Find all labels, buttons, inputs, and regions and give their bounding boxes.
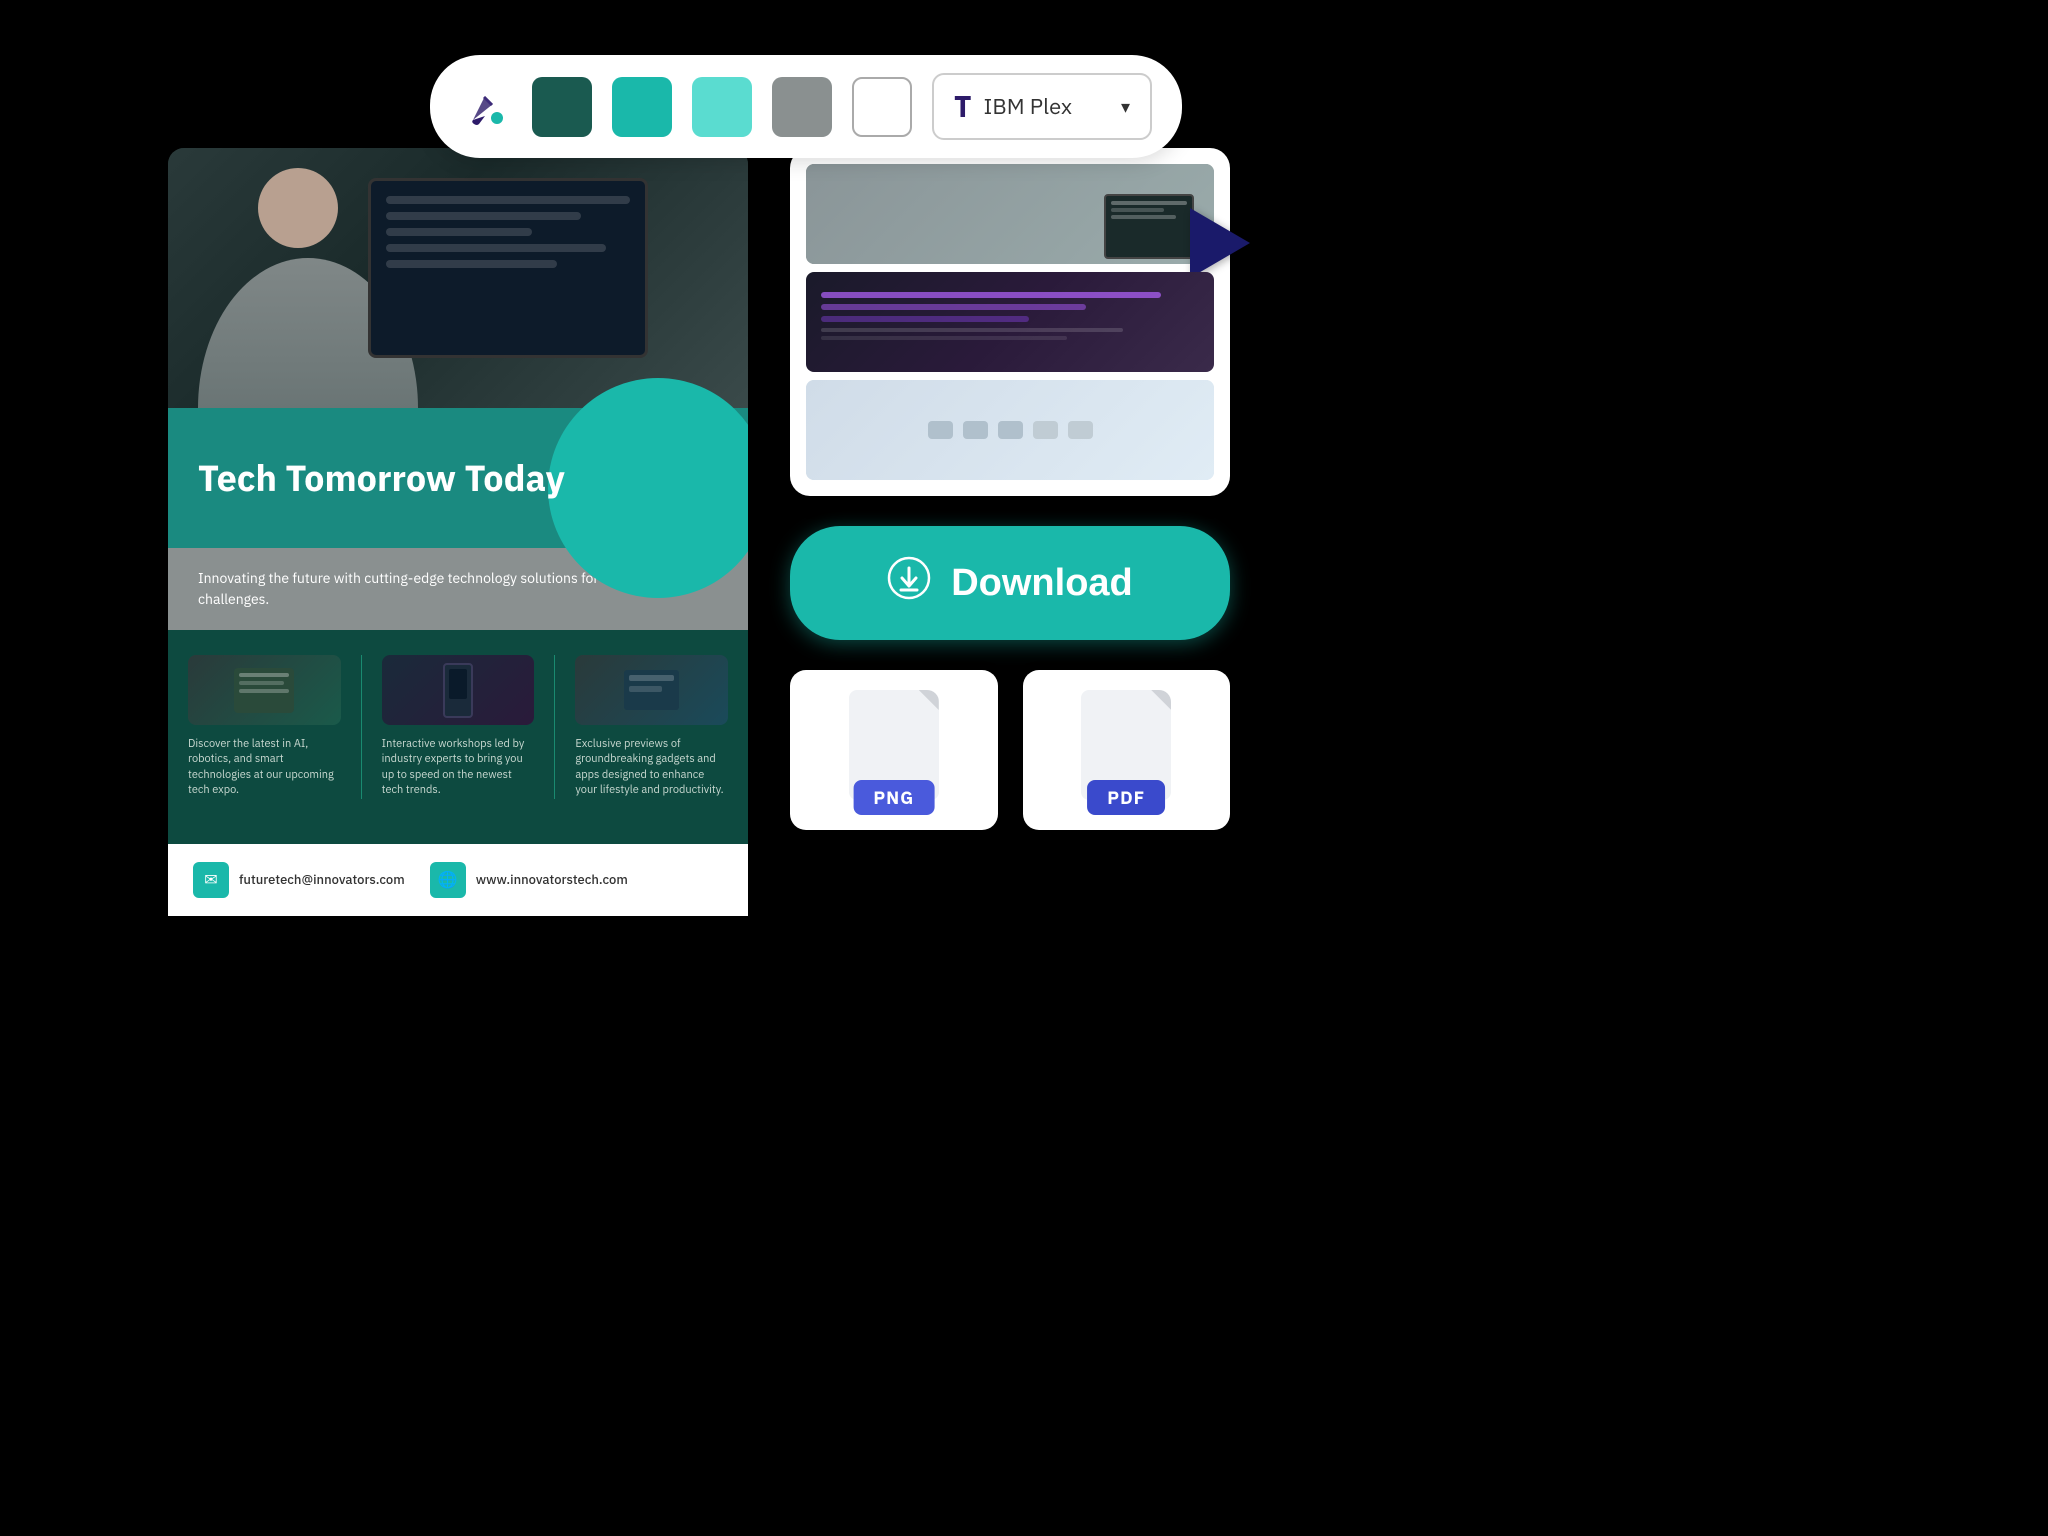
- feature-text-1: Discover the latest in AI, robotics, and…: [188, 737, 341, 799]
- file-card-pdf[interactable]: PDF: [1023, 670, 1231, 830]
- slide-thumb-3[interactable]: [806, 380, 1214, 480]
- download-button[interactable]: Download: [790, 526, 1230, 640]
- feature-thumb-1: [188, 655, 341, 725]
- flyer-footer: ✉ futuretech@innovators.com 🌐 www.innova…: [168, 844, 748, 916]
- flyer-features: Discover the latest in AI, robotics, and…: [188, 655, 728, 799]
- feature-text-2: Interactive workshops led by industry ex…: [382, 737, 535, 799]
- contact-website: 🌐 www.innovatorstech.com: [430, 862, 628, 898]
- color-swatch-white[interactable]: [852, 77, 912, 137]
- file-card-png[interactable]: PNG: [790, 670, 998, 830]
- flyer-banner: Tech Tomorrow Today: [168, 408, 748, 548]
- feature-thumb-2: [382, 655, 535, 725]
- flyer-photo-area: [168, 148, 748, 408]
- slide-thumb-1[interactable]: [806, 164, 1214, 264]
- color-swatch-light-teal[interactable]: [692, 77, 752, 137]
- font-selector[interactable]: T IBM Plex ▾: [932, 73, 1152, 140]
- color-font-toolbar: T IBM Plex ▾: [430, 55, 1182, 158]
- website-text: www.innovatorstech.com: [476, 871, 628, 888]
- pdf-badge: PDF: [1087, 780, 1165, 815]
- download-label: Download: [951, 562, 1133, 605]
- feature-divider-2: [554, 655, 555, 799]
- feature-col-3: Exclusive previews of groundbreaking gad…: [575, 655, 728, 799]
- email-icon: ✉: [193, 862, 229, 898]
- font-t-icon: T: [954, 87, 972, 126]
- flyer-content: Discover the latest in AI, robotics, and…: [168, 630, 748, 844]
- play-cursor-icon: [1190, 208, 1250, 278]
- download-icon: [887, 556, 931, 610]
- email-text: futuretech@innovators.com: [239, 871, 405, 888]
- paint-bucket-icon[interactable]: [460, 81, 512, 133]
- feature-col-1: Discover the latest in AI, robotics, and…: [188, 655, 341, 799]
- color-swatch-dark-teal[interactable]: [532, 77, 592, 137]
- slide-thumb-2[interactable]: [806, 272, 1214, 372]
- color-swatch-gray[interactable]: [772, 77, 832, 137]
- slides-preview: [790, 148, 1230, 496]
- font-name-label: IBM Plex: [984, 92, 1073, 121]
- feature-col-2: Interactive workshops led by industry ex…: [382, 655, 535, 799]
- feature-divider-1: [361, 655, 362, 799]
- right-panel: Download PNG PDF: [790, 148, 1230, 830]
- flyer-preview: Tech Tomorrow Today Innovating the futur…: [168, 148, 748, 968]
- globe-icon: 🌐: [430, 862, 466, 898]
- color-swatch-teal[interactable]: [612, 77, 672, 137]
- png-badge: PNG: [853, 780, 934, 815]
- feature-thumb-3: [575, 655, 728, 725]
- feature-text-3: Exclusive previews of groundbreaking gad…: [575, 737, 728, 799]
- file-types: PNG PDF: [790, 670, 1230, 830]
- chevron-down-icon: ▾: [1121, 95, 1130, 118]
- flyer-title: Tech Tomorrow Today: [198, 457, 565, 498]
- contact-email: ✉ futuretech@innovators.com: [193, 862, 405, 898]
